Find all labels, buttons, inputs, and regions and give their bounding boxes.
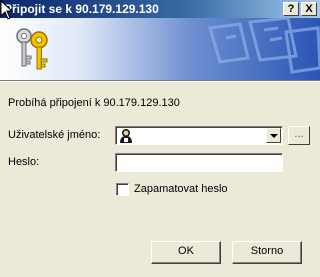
password-label: Heslo:: [8, 156, 40, 168]
remember-password-label[interactable]: Zapamatovat heslo: [134, 183, 228, 195]
connect-dialog: Připojit se k 90.179.129.130 ? X Probíhá…: [0, 0, 320, 277]
chevron-down-icon[interactable]: [266, 128, 281, 143]
browse-users-button[interactable]: ...: [288, 126, 310, 145]
keys-icon: [16, 28, 48, 70]
close-button[interactable]: X: [301, 2, 317, 16]
ok-button[interactable]: OK: [151, 241, 221, 264]
username-label: Uživatelské jméno:: [8, 129, 101, 141]
cancel-button[interactable]: Storno: [232, 241, 302, 264]
banner-divider: [0, 80, 320, 82]
banner-decoration: [208, 18, 320, 74]
remember-password-checkbox[interactable]: [116, 183, 129, 196]
password-field[interactable]: [115, 153, 283, 172]
username-combobox[interactable]: [115, 126, 283, 145]
help-button[interactable]: ?: [283, 2, 299, 16]
dialog-banner: [0, 18, 320, 80]
title-bar[interactable]: Připojit se k 90.179.129.130 ? X: [0, 0, 320, 18]
connection-status-text: Probíhá připojení k 90.179.129.130: [8, 97, 180, 109]
window-title: Připojit se k 90.179.129.130: [4, 2, 159, 16]
mouse-cursor-icon: [0, 0, 14, 20]
user-icon: [120, 129, 132, 143]
